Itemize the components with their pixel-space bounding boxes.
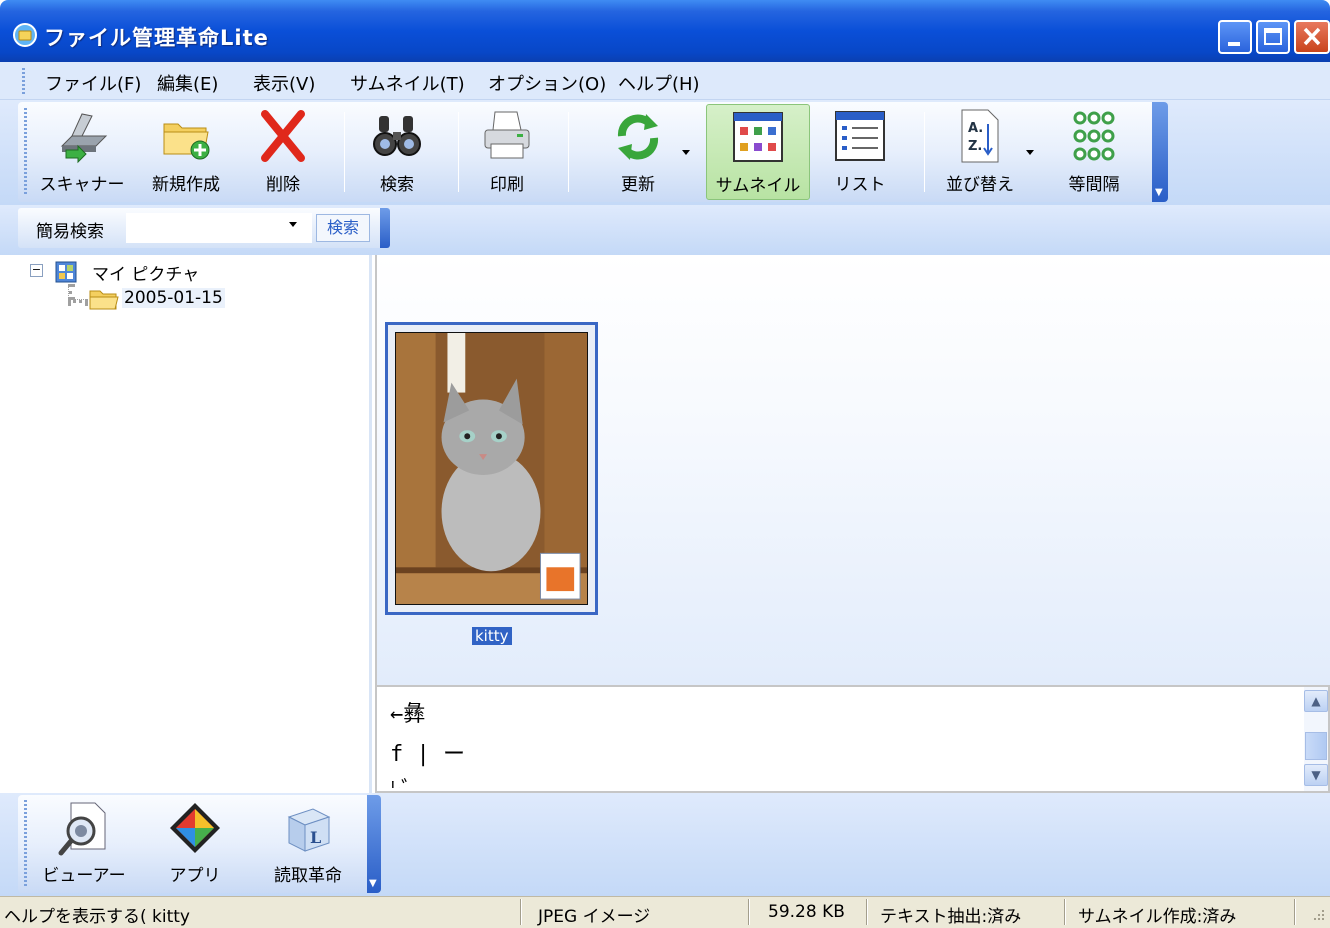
tree-item-my-pictures[interactable]: マイ ピクチャ — [92, 260, 199, 285]
toolbar-separator — [344, 112, 345, 192]
maximize-button[interactable] — [1256, 20, 1290, 54]
close-button[interactable] — [1294, 20, 1330, 54]
app-bar-overflow-button[interactable]: ▼ — [367, 795, 381, 893]
refresh-button[interactable]: 更新 — [596, 104, 680, 200]
scanner-label: スキャナー — [39, 175, 125, 195]
folder-icon — [89, 290, 119, 310]
print-button[interactable]: 印刷 — [470, 104, 544, 200]
new-folder-icon — [163, 123, 210, 160]
spacing-button[interactable]: 等間隔 — [1050, 104, 1138, 200]
new-button[interactable]: 新規作成 — [138, 104, 234, 200]
window-title: ファイル管理革命Lite — [44, 26, 269, 50]
resize-grip-icon[interactable] — [1308, 908, 1326, 926]
status-text-extract: テキスト抽出:済み — [880, 907, 1022, 927]
text-preview-pane[interactable] — [375, 685, 1330, 793]
delete-x-icon — [261, 110, 305, 162]
list-icon — [835, 111, 885, 161]
scanner-button[interactable]: スキャナー — [36, 104, 128, 200]
viewer-button[interactable]: ビューアー — [34, 797, 134, 891]
thumbnail-view-label: サムネイル — [715, 176, 801, 196]
app-icon — [13, 23, 37, 47]
cat-photo-image — [395, 332, 588, 605]
status-separator — [520, 899, 522, 925]
refresh-icon — [617, 114, 659, 160]
reader-label: 読取革命 — [274, 866, 342, 886]
refresh-dropdown-icon[interactable] — [682, 150, 690, 155]
svg-text:A.: A. — [968, 121, 983, 136]
quick-search-input[interactable] — [126, 213, 312, 243]
status-file-size: 59.28 KB — [768, 902, 845, 922]
sort-label: 並び替え — [946, 175, 1014, 195]
print-label: 印刷 — [490, 175, 524, 195]
status-thumbnail-created: サムネイル作成:済み — [1078, 907, 1237, 927]
status-separator — [1064, 899, 1066, 925]
app-button[interactable]: アプリ — [150, 797, 240, 891]
thumbnail-grid-icon — [733, 112, 783, 162]
tree-collapse-icon[interactable]: − — [30, 264, 43, 277]
thumbnail-caption[interactable]: kitty — [472, 627, 512, 645]
menu-view[interactable]: 表示(V) — [253, 70, 315, 96]
sort-az-icon: A. Z. — [961, 109, 999, 163]
reader-button[interactable]: L 読取革命 — [256, 797, 360, 891]
status-separator — [748, 899, 750, 925]
scroll-down-button[interactable]: ▼ — [1304, 764, 1328, 786]
tree-item-2005-01-15[interactable]: 2005-01-15 — [122, 288, 225, 308]
tree-connector — [68, 299, 88, 303]
toolbar-separator — [924, 112, 925, 192]
delete-button[interactable]: 削除 — [248, 104, 318, 200]
status-separator — [1294, 899, 1296, 925]
toolbar-overflow-button[interactable]: ▼ — [1152, 102, 1168, 202]
search-label: 検索 — [380, 175, 414, 195]
menu-edit[interactable]: 編集(E) — [157, 70, 218, 96]
new-label: 新規作成 — [152, 175, 220, 195]
app-label: アプリ — [169, 866, 221, 886]
printer-icon — [484, 111, 530, 159]
menu-file[interactable]: ファイル(F) — [45, 70, 141, 96]
quick-search-dropdown-icon[interactable] — [289, 222, 297, 227]
svg-text:L: L — [310, 828, 321, 847]
viewer-label: ビューアー — [42, 866, 126, 886]
delete-label: 削除 — [266, 175, 300, 195]
toolbar-separator — [458, 112, 459, 192]
viewer-magnifier-icon — [58, 802, 106, 856]
status-file-type: JPEG イメージ — [538, 907, 651, 927]
search-button[interactable]: 検索 — [360, 104, 434, 200]
spacing-label: 等間隔 — [1068, 175, 1120, 195]
thumbnail-item[interactable] — [385, 322, 598, 615]
status-hint: ヘルプを表示する( kitty — [4, 907, 190, 927]
scroll-thumb[interactable] — [1305, 732, 1327, 760]
app-palette-icon — [170, 803, 220, 853]
app-bar-grip[interactable] — [24, 800, 27, 886]
folder-tree — [18, 255, 372, 793]
refresh-label: 更新 — [621, 175, 655, 195]
title-bar: ファイル管理革命Lite — [0, 0, 1330, 62]
menu-grip[interactable] — [22, 68, 25, 94]
menu-help[interactable]: ヘルプ(H) — [618, 70, 700, 96]
svg-text:Z.: Z. — [968, 139, 982, 154]
quick-search-label: 簡易検索 — [36, 222, 104, 242]
reader-box-icon: L — [287, 808, 331, 852]
scanner-icon — [60, 113, 108, 164]
list-view-label: リスト — [834, 175, 886, 195]
sort-button[interactable]: A. Z. 並び替え — [938, 104, 1022, 200]
scroll-up-button[interactable]: ▲ — [1304, 690, 1328, 712]
status-separator — [866, 899, 868, 925]
menu-thumbnail[interactable]: サムネイル(T) — [350, 70, 465, 96]
list-view-button[interactable]: リスト — [818, 104, 902, 200]
text-line: f | ー — [390, 742, 465, 767]
pictures-folder-icon — [55, 261, 77, 283]
search-bar-overflow[interactable] — [380, 208, 390, 248]
tree-connector — [68, 284, 72, 300]
menu-options[interactable]: オプション(O) — [488, 70, 606, 96]
thumbnail-view-button[interactable]: サムネイル — [706, 104, 810, 200]
equal-spacing-icon — [1073, 111, 1115, 161]
toolbar-grip[interactable] — [24, 108, 27, 194]
minimize-button[interactable] — [1218, 20, 1252, 54]
sort-dropdown-icon[interactable] — [1026, 150, 1034, 155]
text-line: ﾚﾞ — [390, 772, 412, 788]
quick-search-button[interactable]: 検索 — [316, 214, 370, 242]
text-line: ←彝 — [390, 702, 426, 727]
toolbar-separator — [568, 112, 569, 192]
binoculars-icon — [373, 116, 421, 156]
